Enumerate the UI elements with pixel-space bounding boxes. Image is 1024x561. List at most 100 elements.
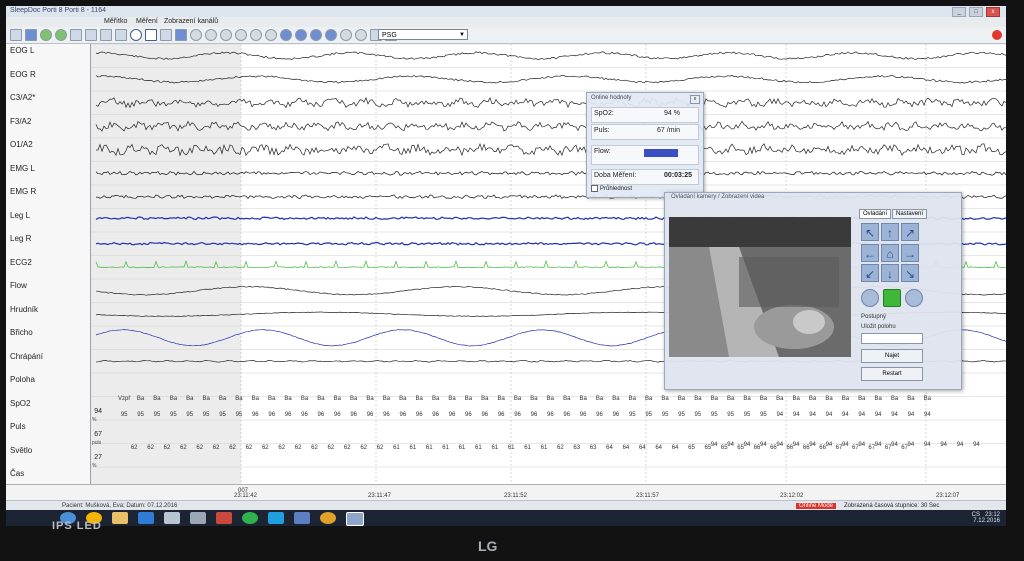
zoom-in-icon[interactable] — [905, 289, 923, 307]
zoom-out-icon[interactable] — [861, 289, 879, 307]
document-icon[interactable] — [164, 512, 180, 524]
channel-1-icon[interactable] — [190, 29, 202, 41]
channel-label[interactable]: Břicho — [10, 328, 33, 337]
value-cell: 61 — [409, 445, 417, 451]
channel-label[interactable]: Poloha — [10, 375, 35, 384]
time-tick-1: 23:11:47 — [368, 493, 391, 499]
maximize-button[interactable]: □ — [969, 7, 983, 17]
close-button[interactable]: x — [986, 7, 1000, 17]
channel-4-icon[interactable] — [235, 29, 247, 41]
value-cell: Ba — [792, 396, 800, 402]
app-icon[interactable] — [294, 512, 310, 524]
channel-label[interactable]: Chrápání — [10, 352, 43, 361]
value-cell: 62 — [294, 445, 302, 451]
arrow-right-icon[interactable]: → — [901, 243, 919, 262]
channel-label[interactable]: Leg L — [10, 211, 30, 220]
value-cell: 62 — [196, 445, 204, 451]
arrow-down-left-icon[interactable]: ↙ — [861, 264, 879, 283]
channel-label[interactable]: Světlo — [10, 446, 32, 455]
record-icon[interactable] — [130, 29, 142, 41]
online-values-panel[interactable]: Online hodnoty x SpO2: 94 % Puls: 67 /mi… — [586, 92, 704, 198]
channel-label[interactable]: EOG L — [10, 46, 34, 55]
channel-8-icon[interactable] — [295, 29, 307, 41]
value-cell: 94 — [907, 412, 915, 418]
zoom-icon[interactable] — [85, 29, 97, 41]
spotify-icon[interactable] — [242, 512, 258, 524]
channel-label[interactable]: F3/A2 — [10, 117, 31, 126]
channel-label[interactable]: O1/A2 — [10, 140, 33, 149]
pen-icon[interactable] — [145, 29, 157, 41]
arrow-up-icon[interactable]: ↑ — [881, 223, 899, 241]
channel-label[interactable]: C3/A2* — [10, 93, 35, 102]
channel-label[interactable]: SpO2 — [10, 399, 30, 408]
channel-label[interactable]: Čas — [10, 469, 24, 478]
transparency-checkbox[interactable]: Průhlednost — [591, 185, 632, 192]
channel-11-icon[interactable] — [340, 29, 352, 41]
marker-icon[interactable] — [115, 29, 127, 41]
menu-measurement[interactable]: Měření — [136, 18, 158, 25]
channel-label[interactable]: EOG R — [10, 70, 36, 79]
channel-label[interactable]: Flow — [10, 281, 27, 290]
value-cell: Ba — [579, 396, 587, 402]
montage-icon[interactable] — [175, 29, 187, 41]
arrow-left-icon[interactable]: ← — [861, 243, 879, 262]
arrow-up-left-icon[interactable]: ↖ — [861, 223, 879, 241]
stop-recording-icon[interactable] — [992, 30, 1002, 40]
go-to-position-button[interactable]: Najet — [861, 349, 923, 363]
stepwise-checkbox[interactable]: Postupný — [861, 314, 886, 320]
open-icon[interactable] — [25, 29, 37, 41]
channel-label[interactable]: EMG R — [10, 187, 36, 196]
back-arrow-icon[interactable] — [40, 29, 52, 41]
value-cell: 96 — [301, 412, 308, 418]
montage-select[interactable]: PSG ▼ — [378, 29, 468, 40]
tray-date[interactable]: 7.12.2016 — [973, 518, 1000, 524]
value-cell: 94 — [973, 442, 980, 448]
channel-label[interactable]: ECG2 — [10, 258, 32, 267]
value-cell: 96 — [350, 412, 357, 418]
channel-5-icon[interactable] — [250, 29, 262, 41]
folder-icon[interactable] — [112, 512, 128, 524]
skype-icon[interactable] — [268, 512, 284, 524]
channel-2-icon[interactable] — [205, 29, 217, 41]
restart-button[interactable]: Restart — [861, 367, 923, 381]
arrow-up-right-icon[interactable]: ↗ — [901, 223, 919, 241]
value-cell: 62 — [163, 445, 171, 451]
channel-label[interactable]: Leg R — [10, 234, 31, 243]
channel-9-icon[interactable] — [310, 29, 322, 41]
tab-settings[interactable]: Nastavení — [892, 209, 928, 219]
omega-icon[interactable] — [10, 29, 22, 41]
network-icon[interactable] — [190, 512, 206, 524]
close-icon[interactable]: x — [690, 95, 700, 104]
spo2-readout: 94 % — [664, 110, 680, 117]
channel-3-icon[interactable] — [220, 29, 232, 41]
active-window-icon[interactable] — [346, 512, 364, 526]
print-icon[interactable] — [70, 29, 82, 41]
home-icon[interactable]: ⌂ — [881, 243, 899, 262]
tab-control[interactable]: Ovládání — [859, 209, 892, 219]
arrow-down-icon[interactable]: ↓ — [881, 264, 899, 283]
value-cell: 62 — [278, 445, 286, 451]
channel-label[interactable]: Hrudník — [10, 305, 38, 314]
display-scale-info: Zobrazená časová stupnice: 30 Sec — [844, 503, 940, 509]
forward-arrow-icon[interactable] — [55, 29, 67, 41]
arrow-down-right-icon[interactable]: ↘ — [901, 264, 919, 283]
channel-7-icon[interactable] — [280, 29, 292, 41]
position-select[interactable] — [861, 333, 923, 344]
channel-10-icon[interactable] — [325, 29, 337, 41]
channel-12-icon[interactable] — [355, 29, 367, 41]
sleepdoc-icon[interactable] — [320, 512, 336, 524]
center-button[interactable] — [883, 289, 901, 307]
channel-label[interactable]: EMG L — [10, 164, 35, 173]
zoom-controls — [861, 289, 923, 307]
minimize-button[interactable]: _ — [952, 7, 966, 17]
video-panel[interactable]: Ovládání kamery / Zobrazení videa Ovládá… — [664, 192, 962, 390]
menu-channel-view[interactable]: Zobrazení kanálů — [164, 18, 218, 25]
value-cell: 96 — [284, 412, 292, 418]
channel-6-icon[interactable] — [265, 29, 277, 41]
settings-icon[interactable] — [100, 29, 112, 41]
channel-label[interactable]: Puls — [10, 422, 26, 431]
menu-scale[interactable]: Měřítko — [104, 18, 127, 25]
media-icon[interactable] — [216, 512, 232, 524]
ie-icon[interactable] — [138, 512, 154, 524]
chart-icon[interactable] — [160, 29, 172, 41]
